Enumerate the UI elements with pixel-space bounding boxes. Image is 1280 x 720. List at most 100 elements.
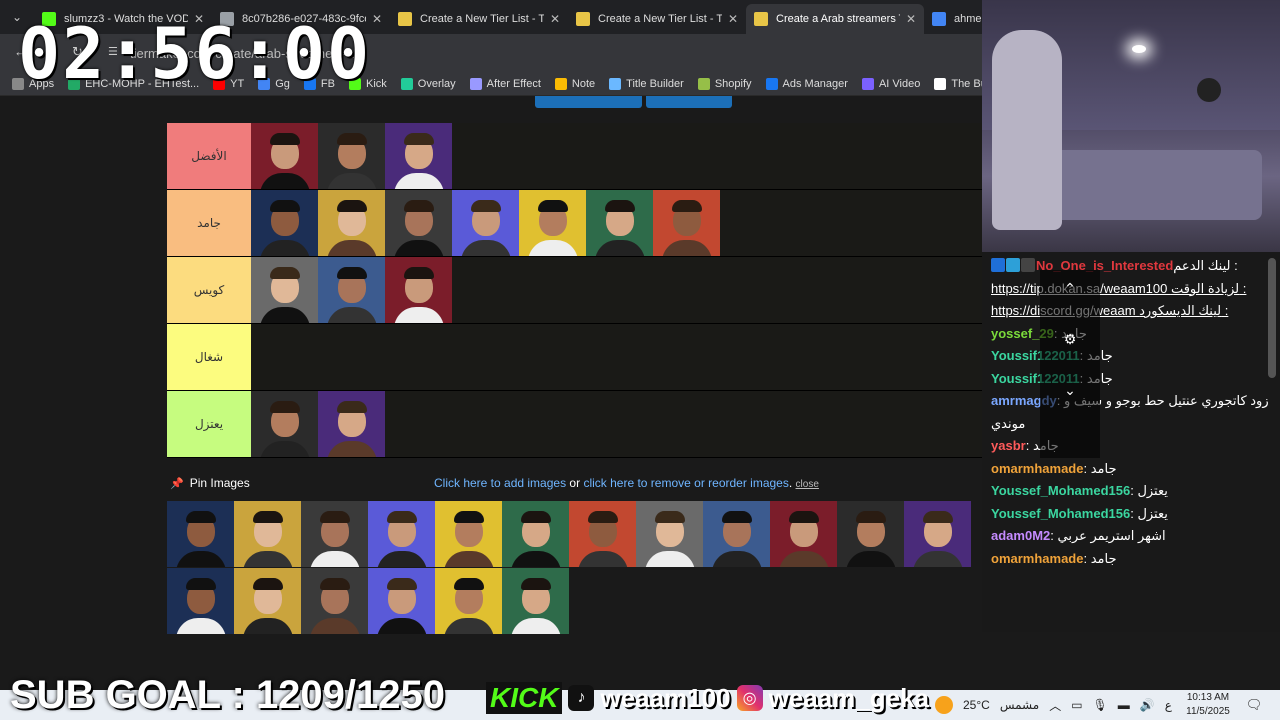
streamer-image[interactable]	[318, 391, 385, 457]
tier-label[interactable]: كويس	[167, 257, 251, 323]
streamer-image[interactable]	[251, 123, 318, 189]
streamer-image[interactable]	[569, 501, 636, 567]
chat-username[interactable]: Youssef_Mohamed156	[991, 506, 1130, 521]
weather-desc[interactable]: مشمس	[1000, 698, 1039, 712]
streamer-image[interactable]	[301, 568, 368, 634]
volume-icon[interactable]: 🔊	[1140, 698, 1155, 712]
bookmark-item[interactable]: Shopify	[697, 77, 752, 90]
ceiling-light	[1132, 45, 1146, 53]
close-tab-icon[interactable]: ✕	[550, 12, 560, 26]
streamer-image[interactable]	[318, 123, 385, 189]
streamer-image[interactable]	[586, 190, 653, 256]
bookmark-icon	[861, 77, 874, 90]
network-icon[interactable]: ▭	[1071, 698, 1082, 712]
bookmark-item[interactable]: AI Video	[861, 77, 920, 90]
streamer-image[interactable]	[502, 568, 569, 634]
remove-reorder-link[interactable]: click here to remove or reorder images	[583, 476, 788, 490]
streamer-image[interactable]	[385, 257, 452, 323]
chat-message: Youssef_Mohamed156: يعتزل	[991, 483, 1168, 499]
streamer-image[interactable]	[435, 501, 502, 567]
streamer-image[interactable]	[234, 501, 301, 567]
tier-label[interactable]: الأفضل	[167, 123, 251, 189]
streamer-image[interactable]	[636, 501, 703, 567]
settings-gear-icon[interactable]: ⚙	[1040, 331, 1100, 348]
streamer-image[interactable]	[368, 501, 435, 567]
streamer-image[interactable]	[167, 501, 234, 567]
tier-label[interactable]: جامد	[167, 190, 251, 256]
tiermaker-icon	[576, 12, 590, 26]
tier-row: الأفضل	[167, 123, 982, 190]
chat-username[interactable]: Youssef_Mohamed156	[991, 483, 1130, 498]
streamer-image[interactable]	[904, 501, 971, 567]
page-scrollbar[interactable]	[1268, 258, 1276, 378]
browser-tab[interactable]: Create a New Tier List - Tie ✕	[390, 4, 568, 34]
share-button[interactable]	[646, 96, 732, 108]
pin-images-toggle[interactable]: 📌 Pin Images	[170, 476, 250, 490]
close-tab-icon[interactable]: ✕	[728, 12, 738, 26]
chat-username[interactable]: adam0M2	[991, 528, 1050, 543]
bookmark-item[interactable]: Ads Manager	[765, 77, 848, 90]
bookmark-icon	[400, 77, 413, 90]
streamer-image[interactable]	[435, 568, 502, 634]
chat-text: : اشهر استريمر عربي	[1050, 528, 1166, 543]
bookmark-icon	[934, 77, 947, 90]
bookmark-label: After Effect	[486, 77, 541, 90]
streamer-image[interactable]	[301, 501, 368, 567]
close-link[interactable]: close	[796, 479, 819, 490]
streamer-image[interactable]	[452, 190, 519, 256]
streamer-image[interactable]	[251, 190, 318, 256]
streamer-image[interactable]	[251, 391, 318, 457]
streamer-image[interactable]	[385, 190, 452, 256]
system-tray: 25°C مشمس ︿ ▭ 🎙 ▬ 🔊 ع	[935, 690, 1172, 720]
chat-text: : جامد	[1083, 460, 1117, 476]
streamer-image[interactable]	[837, 501, 904, 567]
chat-username[interactable]: omarmhamade	[991, 551, 1083, 566]
battery-icon[interactable]: ▬	[1118, 698, 1130, 712]
close-tab-icon[interactable]: ✕	[906, 12, 916, 26]
move-up-icon[interactable]: ⌃	[1040, 280, 1100, 297]
streamer-image[interactable]	[703, 501, 770, 567]
chat-username[interactable]: omarmhamade	[991, 461, 1083, 476]
streamer-image[interactable]	[318, 190, 385, 256]
chat-username[interactable]: yasbr	[991, 438, 1026, 453]
webcam-overlay	[982, 0, 1280, 252]
streamer-image[interactable]	[251, 257, 318, 323]
bookmark-icon	[554, 77, 567, 90]
streamer-image[interactable]	[519, 190, 586, 256]
streamer-image[interactable]	[653, 190, 720, 256]
tier-label[interactable]: يعتزل	[167, 391, 251, 457]
weather-icon[interactable]	[935, 696, 953, 714]
tier-images	[251, 391, 385, 457]
move-down-icon[interactable]: ⌄	[1040, 382, 1100, 399]
streamer-image[interactable]	[368, 568, 435, 634]
streamer-image[interactable]	[385, 123, 452, 189]
instagram-handle: weaam_geka	[768, 682, 930, 713]
tier-label[interactable]: شغال	[167, 324, 251, 390]
bookmark-item[interactable]: Overlay	[400, 77, 456, 90]
streamer-image[interactable]	[167, 568, 234, 634]
chat-text: : يعتزل	[1130, 505, 1168, 521]
streamer-image[interactable]	[234, 568, 301, 634]
google-icon	[932, 12, 946, 26]
streamer-image[interactable]	[502, 501, 569, 567]
tier-move-controls[interactable]: ⌃ ⚙ ⌄	[1040, 270, 1100, 458]
clock-time: 10:13 AM	[1186, 692, 1230, 703]
add-images-link[interactable]: Click here to add images	[434, 476, 566, 490]
bookmark-item[interactable]: Title Builder	[609, 77, 684, 90]
mic-icon[interactable]: 🎙	[1093, 698, 1108, 712]
language-indicator[interactable]: ع	[1165, 698, 1172, 712]
weather-temp[interactable]: 25°C	[963, 698, 990, 712]
chat-badge-icon	[991, 258, 1005, 272]
streamer-image[interactable]	[318, 257, 385, 323]
browser-tab[interactable]: Create a Arab streamers Ti ✕	[746, 4, 924, 34]
social-handles-overlay: KICK ♪ weaam100 ◎ weaam_geka	[486, 682, 929, 714]
browser-tab[interactable]: Create a New Tier List - Tie ✕	[568, 4, 746, 34]
save-download-button[interactable]	[535, 96, 642, 108]
close-tab-icon[interactable]: ✕	[372, 12, 382, 26]
streamer-image[interactable]	[770, 501, 837, 567]
bookmark-item[interactable]: Note	[554, 77, 595, 90]
bookmark-item[interactable]: After Effect	[469, 77, 541, 90]
tray-chevron-icon[interactable]: ︿	[1049, 697, 1061, 714]
taskbar-clock[interactable]: 10:13 AM 11/5/2025	[1178, 690, 1238, 719]
notification-icon[interactable]: 🗨	[1244, 695, 1264, 715]
